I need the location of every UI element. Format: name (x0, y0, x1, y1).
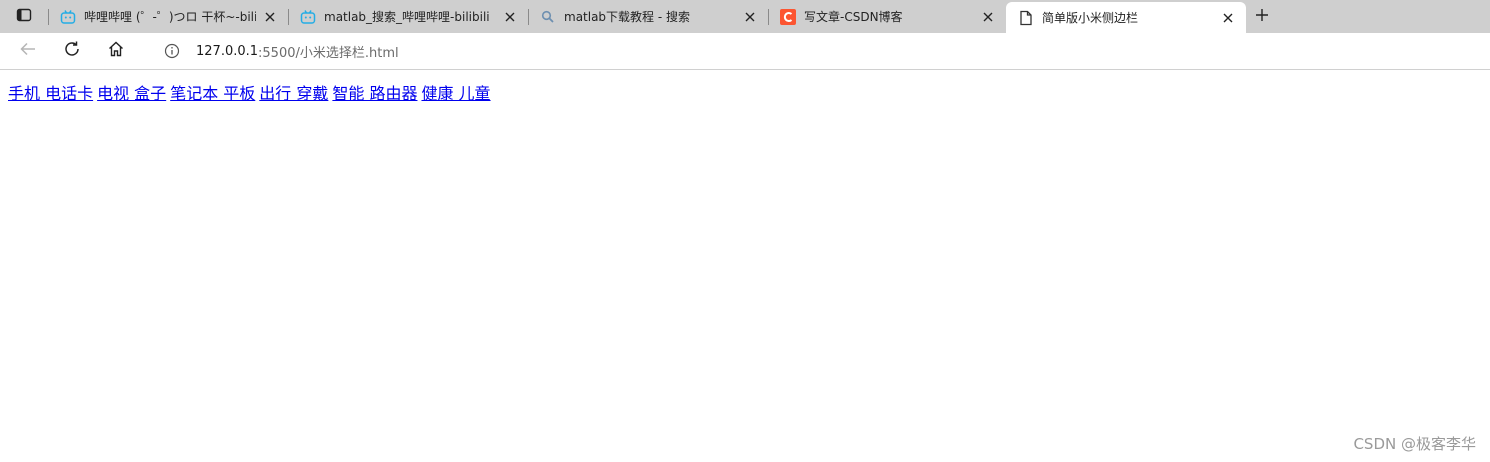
tab-actions-icon (16, 7, 32, 27)
browser-window: 哔哩哔哩 (゜-゜)つロ 干杯~-bilibili matlab_搜索_哔哩哔哩… (0, 0, 1490, 462)
tab-separator (528, 9, 529, 25)
tab-title: 哔哩哔哩 (゜-゜)つロ 干杯~-bilibili (84, 10, 256, 24)
reload-icon (63, 40, 81, 62)
close-icon[interactable] (502, 9, 518, 25)
home-button[interactable] (94, 35, 138, 67)
tab-bing-search[interactable]: matlab下载教程 - 搜索 (528, 0, 768, 33)
address-bar[interactable]: 127.0.0.1:5500/小米选择栏.html (150, 36, 1480, 66)
info-icon[interactable] (164, 43, 180, 59)
tab-title: 简单版小米侧边栏 (1042, 11, 1139, 25)
new-tab-button[interactable] (1246, 0, 1278, 33)
page-icon (1018, 10, 1034, 26)
close-icon[interactable] (980, 9, 996, 25)
page-content: 手机 电话卡 电视 盒子 笔记本 平板 出行 穿戴 智能 路由器 健康 儿童 (8, 80, 495, 104)
url-path: :5500/小米选择栏.html (258, 45, 399, 61)
tab-bilibili-search[interactable]: matlab_搜索_哔哩哔哩-bilibili (288, 0, 528, 33)
home-icon (107, 40, 125, 62)
nav-link-travel[interactable]: 出行 穿戴 (259, 84, 328, 103)
close-icon[interactable] (262, 9, 278, 25)
tab-bilibili-home[interactable]: 哔哩哔哩 (゜-゜)つロ 干杯~-bilibili (48, 0, 288, 33)
csdn-watermark: CSDN @极客李华 (1353, 435, 1476, 453)
tab-strip: 哔哩哔哩 (゜-゜)つロ 干杯~-bilibili matlab_搜索_哔哩哔哩… (0, 0, 1490, 33)
tab-title: matlab下载教程 - 搜索 (564, 10, 691, 24)
back-arrow-icon (19, 41, 37, 61)
browser-toolbar: 127.0.0.1:5500/小米选择栏.html (0, 33, 1490, 70)
tab-actions-button[interactable] (0, 0, 48, 33)
nav-link-laptop[interactable]: 笔记本 平板 (170, 84, 255, 103)
tab-separator (48, 9, 49, 25)
nav-link-smart[interactable]: 智能 路由器 (332, 84, 417, 103)
reload-button[interactable] (50, 35, 94, 67)
nav-link-tv[interactable]: 电视 盒子 (97, 84, 166, 103)
tab-title: 写文章-CSDN博客 (804, 10, 903, 24)
plus-icon (1255, 7, 1269, 26)
nav-link-phone[interactable]: 手机 电话卡 (8, 84, 93, 103)
tab-title: matlab_搜索_哔哩哔哩-bilibili (324, 10, 490, 24)
close-icon[interactable] (742, 9, 758, 25)
url-host: 127.0.0.1 (196, 43, 259, 59)
back-button[interactable] (6, 35, 50, 67)
close-icon[interactable] (1220, 10, 1236, 26)
tab-separator (768, 9, 769, 25)
tab-separator (288, 9, 289, 25)
bilibili-icon (60, 9, 76, 25)
bilibili-icon (300, 9, 316, 25)
csdn-icon (780, 8, 796, 25)
search-icon (540, 9, 556, 25)
nav-link-health[interactable]: 健康 儿童 (421, 84, 490, 103)
tab-csdn[interactable]: 写文章-CSDN博客 (768, 0, 1006, 33)
tab-active-page[interactable]: 简单版小米侧边栏 (1006, 2, 1246, 33)
